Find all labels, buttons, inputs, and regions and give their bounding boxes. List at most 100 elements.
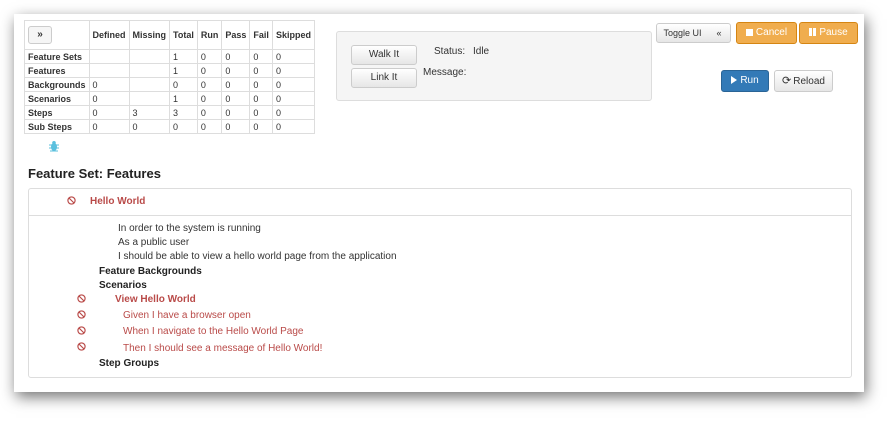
step-item[interactable]: Then I should see a message of Hello Wor… bbox=[123, 343, 322, 354]
narrative-line: As a public user bbox=[118, 237, 190, 248]
stats-cell: 0 bbox=[249, 49, 273, 64]
step-groups-heading: Step Groups bbox=[99, 358, 160, 369]
refresh-icon: ⟳ bbox=[782, 75, 792, 87]
stats-row: Scenarios 0 1 0 0 0 0 bbox=[24, 91, 315, 106]
stats-column-header: Run bbox=[196, 20, 223, 50]
cancel-button[interactable]: Cancel bbox=[736, 22, 797, 44]
stats-table: » Defined Missing Total Run Pass Fail Skipped … bbox=[24, 20, 315, 134]
stats-corner: » bbox=[24, 20, 90, 50]
feature-set-title: Feature Set: Features bbox=[28, 166, 161, 181]
stats-cell: 0 bbox=[196, 119, 223, 134]
stats-cell: 0 bbox=[271, 77, 315, 92]
pause-label: Pause bbox=[819, 27, 848, 38]
walk-it-button[interactable]: Walk It bbox=[351, 45, 417, 65]
scenarios-heading: Scenarios bbox=[99, 280, 147, 291]
stats-column-header: Pass bbox=[221, 20, 251, 50]
stats-cell bbox=[128, 49, 171, 64]
collapse-button[interactable]: « bbox=[708, 23, 731, 43]
feature-header[interactable]: Hello World bbox=[29, 189, 851, 216]
stats-cell bbox=[128, 77, 171, 92]
failed-ban-icon bbox=[77, 342, 86, 351]
stats-cell: 0 bbox=[271, 63, 315, 78]
stats-column-header: Defined bbox=[88, 20, 130, 50]
stats-cell: 3 bbox=[169, 105, 198, 120]
stats-cell: 0 bbox=[88, 105, 130, 120]
reload-button[interactable]: ⟳ Reload bbox=[774, 70, 833, 92]
play-icon bbox=[731, 76, 738, 84]
pause-button[interactable]: Pause bbox=[799, 22, 858, 44]
narrative-line: I should be able to view a hello world p… bbox=[118, 251, 397, 262]
stats-row-label: Steps bbox=[24, 105, 90, 120]
stats-cell: 0 bbox=[196, 63, 223, 78]
stats-row-label: Sub Steps bbox=[24, 119, 90, 134]
run-label: Run bbox=[740, 75, 759, 86]
stats-cell: 0 bbox=[249, 105, 273, 120]
message-label: Message: bbox=[423, 67, 467, 78]
failed-ban-icon bbox=[67, 196, 76, 205]
stats-cell: 0 bbox=[271, 49, 315, 64]
stats-cell: 0 bbox=[271, 119, 315, 134]
stats-row: Sub Steps 0 0 0 0 0 0 0 bbox=[24, 119, 315, 134]
feature-panel: Hello World In order to the system is ru… bbox=[28, 188, 852, 378]
status-label: Status: bbox=[434, 46, 466, 57]
stats-cell: 0 bbox=[249, 119, 273, 134]
stats-cell: 0 bbox=[249, 77, 273, 92]
stats-cell: 0 bbox=[221, 77, 251, 92]
narrative-line: In order to the system is running bbox=[118, 223, 261, 234]
feature-backgrounds-heading: Feature Backgrounds bbox=[99, 266, 202, 277]
stats-cell: 0 bbox=[271, 91, 315, 106]
stats-row-label: Scenarios bbox=[24, 91, 90, 106]
scenario-name[interactable]: View Hello World bbox=[115, 294, 196, 305]
stats-cell: 0 bbox=[169, 77, 198, 92]
feature-name[interactable]: Hello World bbox=[90, 196, 145, 207]
stats-column-header: Missing bbox=[128, 20, 171, 50]
stats-cell: 0 bbox=[196, 49, 223, 64]
stats-cell: 0 bbox=[196, 105, 223, 120]
toggle-ui-button[interactable]: Toggle UI bbox=[656, 23, 709, 43]
stats-column-header: Fail bbox=[249, 20, 273, 50]
stats-cell: 0 bbox=[128, 119, 171, 134]
stats-cell: 0 bbox=[221, 91, 251, 106]
stats-cell: 1 bbox=[169, 63, 198, 78]
stats-cell: 3 bbox=[128, 105, 171, 120]
stop-icon bbox=[745, 29, 753, 36]
step-item[interactable]: Given I have a browser open bbox=[123, 310, 251, 321]
stats-row: Backgrounds 0 0 0 0 0 0 bbox=[24, 77, 315, 92]
stats-cell: 0 bbox=[221, 105, 251, 120]
stats-cell: 0 bbox=[249, 63, 273, 78]
stats-cell: 0 bbox=[249, 91, 273, 106]
app-window: » Defined Missing Total Run Pass Fail Skipped … bbox=[14, 14, 864, 392]
pause-icon bbox=[809, 28, 817, 36]
stats-cell: 0 bbox=[221, 49, 251, 64]
cancel-label: Cancel bbox=[755, 27, 788, 38]
stats-row-label: Backgrounds bbox=[24, 77, 90, 92]
stats-column-header: Skipped bbox=[271, 20, 315, 50]
reload-label: Reload bbox=[793, 76, 825, 87]
expand-button[interactable]: » bbox=[28, 26, 52, 44]
stats-header-row: » Defined Missing Total Run Pass Fail Skipped bbox=[24, 20, 315, 50]
bug-icon[interactable] bbox=[48, 140, 60, 152]
stats-cell: 0 bbox=[196, 91, 223, 106]
stats-row: Features 1 0 0 0 0 bbox=[24, 63, 315, 78]
status-value: Idle bbox=[473, 46, 490, 57]
link-it-button[interactable]: Link It bbox=[351, 68, 417, 88]
stats-cell: 0 bbox=[271, 105, 315, 120]
stats-cell: 0 bbox=[88, 77, 130, 92]
failed-ban-icon bbox=[77, 294, 86, 303]
stats-cell: 0 bbox=[169, 119, 198, 134]
failed-ban-icon bbox=[77, 326, 86, 335]
failed-ban-icon bbox=[77, 310, 86, 319]
stats-cell: 0 bbox=[88, 119, 130, 134]
status-panel: Walk It Link It Status: Idle Message: bbox=[336, 31, 652, 101]
stats-row-label: Features bbox=[24, 63, 90, 78]
stats-cell: 0 bbox=[88, 91, 130, 106]
stats-cell bbox=[88, 49, 130, 64]
stats-cell bbox=[128, 63, 171, 78]
step-item[interactable]: When I navigate to the Hello World Page bbox=[123, 326, 303, 337]
stats-cell: 1 bbox=[169, 49, 198, 64]
stats-cell: 1 bbox=[169, 91, 198, 106]
run-button[interactable]: Run bbox=[721, 70, 769, 92]
stats-row: Feature Sets 1 0 0 0 0 bbox=[24, 49, 315, 64]
stats-cell: 0 bbox=[221, 119, 251, 134]
stats-row: Steps 0 3 3 0 0 0 0 bbox=[24, 105, 315, 120]
